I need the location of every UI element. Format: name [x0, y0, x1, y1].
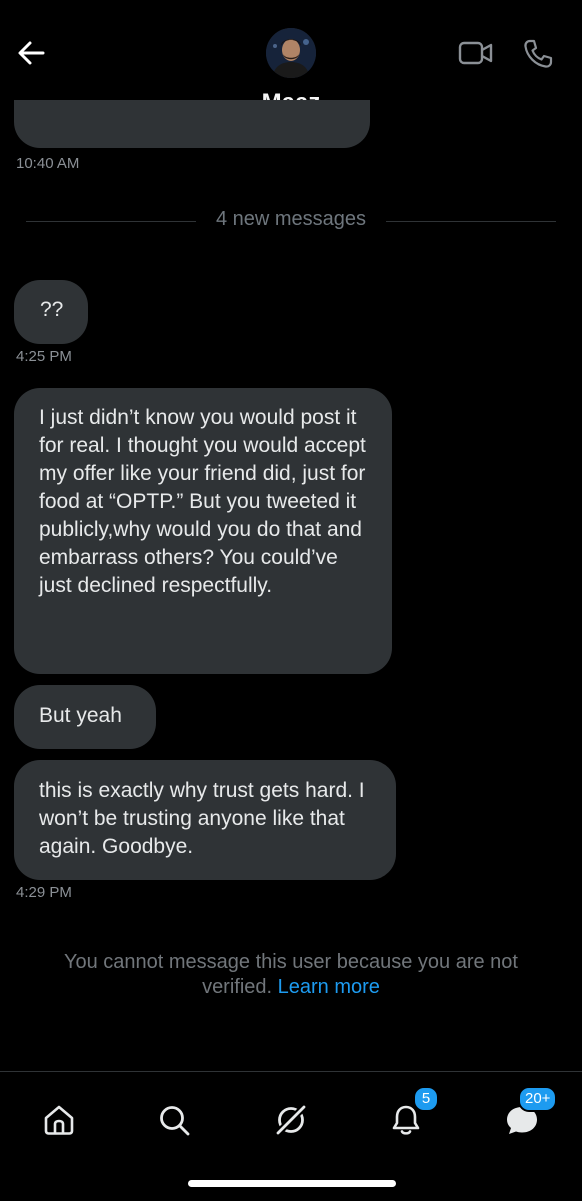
message-timestamp: 4:25 PM [16, 348, 72, 365]
grok-icon [274, 1103, 308, 1137]
message-text: this is exactly why trust gets hard. I w… [39, 779, 365, 858]
message-text: I just didn’t know you would post it for… [39, 406, 366, 597]
notifications-badge: 5 [413, 1086, 439, 1112]
divider-line [386, 221, 556, 222]
phone-icon [524, 39, 553, 68]
messages-badge: 20+ [518, 1086, 558, 1112]
avatar-photo [266, 28, 316, 78]
learn-more-link[interactable]: Learn more [278, 976, 380, 998]
message-timestamp: 4:29 PM [16, 884, 72, 901]
search-icon [160, 1106, 190, 1136]
tab-search[interactable] [146, 1092, 202, 1148]
cannot-message-notice: You cannot message this user because you… [30, 950, 552, 1000]
divider-label: 4 new messages [215, 208, 367, 230]
message-bubble[interactable]: But yeah [14, 685, 156, 749]
tab-grok[interactable] [263, 1092, 319, 1148]
message-text: But yeah [39, 704, 122, 727]
back-button[interactable] [14, 36, 48, 70]
avatar[interactable] [266, 28, 316, 78]
arrow-left-icon [18, 41, 45, 65]
tab-home[interactable] [31, 1092, 87, 1148]
message-timestamp: 10:40 AM [16, 155, 80, 172]
new-messages-divider: 4 new messages [0, 207, 582, 233]
previous-message-bubble[interactable] [14, 100, 370, 148]
message-text: ?? [40, 298, 64, 321]
video-camera-icon [458, 41, 493, 65]
message-bubble[interactable]: this is exactly why trust gets hard. I w… [14, 760, 396, 880]
home-icon [44, 1105, 74, 1135]
message-bubble[interactable]: ?? [14, 280, 88, 344]
voice-call-button[interactable] [520, 36, 556, 72]
home-indicator[interactable] [188, 1180, 396, 1187]
video-call-button[interactable] [456, 36, 496, 70]
message-bubble[interactable]: I just didn’t know you would post it for… [14, 388, 392, 674]
